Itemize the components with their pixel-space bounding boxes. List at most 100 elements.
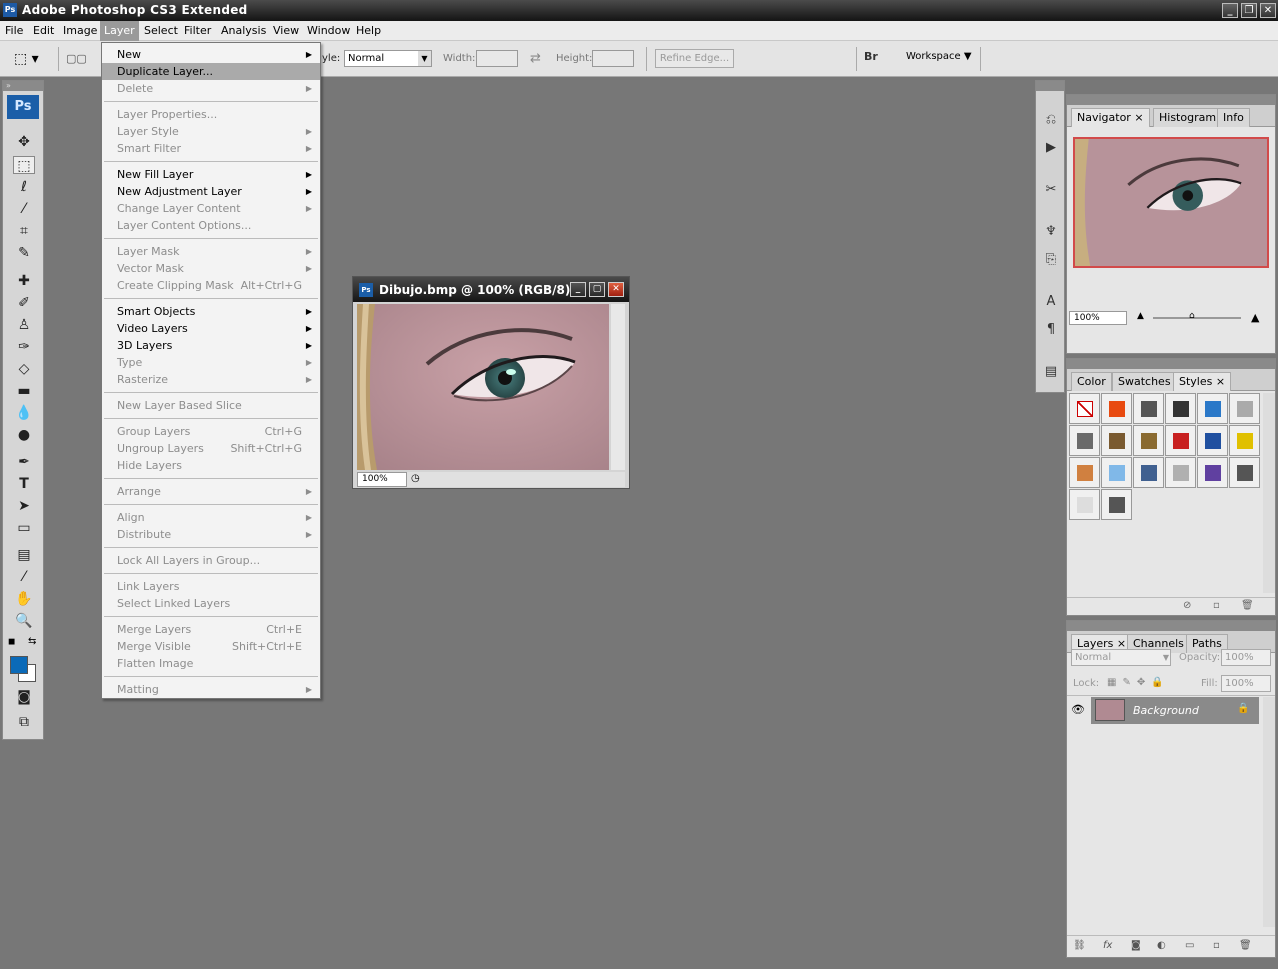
quick-mask-icon[interactable]: ◙	[13, 688, 35, 706]
menu-item-type[interactable]: Type ▶	[102, 354, 320, 371]
style-swatch[interactable]	[1165, 393, 1196, 424]
menu-file[interactable]: File	[5, 24, 23, 37]
style-swatch[interactable]	[1133, 457, 1164, 488]
style-swatch[interactable]	[1197, 457, 1228, 488]
navigator-thumbnail[interactable]	[1073, 137, 1269, 268]
fx-icon[interactable]: fx	[1103, 940, 1112, 951]
layer-comps-icon[interactable]: ▤	[1040, 361, 1062, 383]
blur-tool-icon[interactable]: 💧	[13, 404, 35, 422]
history-brush-tool-icon[interactable]: ✑	[13, 338, 35, 356]
style-swatch[interactable]	[1229, 457, 1260, 488]
zoom-in-icon[interactable]: ▲	[1251, 311, 1259, 324]
dodge-tool-icon[interactable]: ●	[13, 426, 35, 444]
menu-item-change-layer-content[interactable]: Change Layer Content ▶	[102, 200, 320, 217]
workspace-button[interactable]: Workspace ▼	[906, 51, 972, 62]
document-minimize-button[interactable]: _	[570, 282, 586, 297]
gradient-tool-icon[interactable]: ▬	[13, 382, 35, 400]
tab-swatches[interactable]: Swatches	[1112, 372, 1177, 391]
eyedropper-tool-icon[interactable]: ⁄	[13, 568, 35, 586]
menu-item-video-layers[interactable]: Video Layers ▶	[102, 320, 320, 337]
menu-item-ungroup-layers[interactable]: Ungroup Layers Shift+Ctrl+G	[102, 440, 320, 457]
new-layer-icon[interactable]: ▫	[1213, 940, 1220, 951]
menu-edit[interactable]: Edit	[33, 24, 54, 37]
path-selection-tool-icon[interactable]: ➤	[13, 497, 35, 515]
menu-item-merge-layers[interactable]: Merge Layers Ctrl+E	[102, 621, 320, 638]
foreground-color-swatch[interactable]	[10, 656, 28, 674]
menu-view[interactable]: View	[273, 24, 299, 37]
menu-item-align[interactable]: Align ▶	[102, 509, 320, 526]
style-swatch[interactable]	[1101, 393, 1132, 424]
style-swatch[interactable]	[1069, 489, 1100, 520]
document-window[interactable]: Ps Dibujo.bmp @ 100% (RGB/8) _ ▢ ✕ 100% …	[352, 276, 630, 489]
refine-edge-button[interactable]: Refine Edge...	[655, 49, 734, 68]
menu-item-layer-properties[interactable]: Layer Properties...	[102, 106, 320, 123]
document-canvas[interactable]	[357, 304, 609, 470]
document-vertical-scrollbar[interactable]	[611, 304, 625, 470]
layers-scrollbar[interactable]	[1263, 697, 1275, 927]
screen-mode-icon[interactable]: ⧉	[13, 713, 35, 731]
style-swatch[interactable]	[1069, 457, 1100, 488]
style-swatch[interactable]	[1197, 425, 1228, 456]
style-swatch[interactable]	[1069, 393, 1100, 424]
new-style-icon[interactable]: ▫	[1213, 600, 1220, 611]
style-swatch[interactable]	[1197, 393, 1228, 424]
document-title-bar[interactable]: Ps Dibujo.bmp @ 100% (RGB/8) _ ▢ ✕	[353, 277, 629, 302]
style-swatch[interactable]	[1101, 457, 1132, 488]
delete-style-icon[interactable]: 🗑	[1241, 600, 1254, 611]
close-button[interactable]: ✕	[1260, 3, 1276, 18]
menu-layer[interactable]: Layer	[100, 21, 139, 41]
menu-item-new-fill-layer[interactable]: New Fill Layer ▶	[102, 166, 320, 183]
style-swatch[interactable]	[1133, 425, 1164, 456]
menu-item-layer-content-options[interactable]: Layer Content Options...	[102, 217, 320, 234]
restore-button[interactable]: ❐	[1241, 3, 1257, 18]
style-swatch[interactable]	[1069, 425, 1100, 456]
opacity-input[interactable]: 100%	[1221, 649, 1271, 666]
notes-tool-icon[interactable]: ▤	[13, 546, 35, 564]
menu-select[interactable]: Select	[144, 24, 178, 37]
menu-item-lock-all-layers-in-group[interactable]: Lock All Layers in Group...	[102, 552, 320, 569]
paragraph-panel-icon[interactable]: ¶	[1040, 319, 1062, 341]
default-colors-icon[interactable]: ◼	[8, 637, 15, 647]
tab-info[interactable]: Info	[1217, 108, 1250, 127]
rectangle-tool-icon[interactable]: ▭	[13, 519, 35, 537]
menu-item-create-clipping-mask[interactable]: Create Clipping Mask Alt+Ctrl+G	[102, 277, 320, 294]
menu-window[interactable]: Window	[307, 24, 350, 37]
panel-header[interactable]	[1067, 359, 1275, 369]
menu-item-flatten-image[interactable]: Flatten Image	[102, 655, 320, 672]
menu-item-group-layers[interactable]: Group Layers Ctrl+G	[102, 423, 320, 440]
eraser-tool-icon[interactable]: ◇	[13, 360, 35, 378]
bridge-icon[interactable]: Br	[864, 50, 886, 70]
tab-color[interactable]: Color	[1071, 372, 1112, 391]
document-maximize-button[interactable]: ▢	[589, 282, 605, 297]
pen-tool-icon[interactable]: ✒	[13, 453, 35, 471]
menu-item-matting[interactable]: Matting ▶	[102, 681, 320, 698]
menu-item-layer-style[interactable]: Layer Style ▶	[102, 123, 320, 140]
menu-item-smart-filter[interactable]: Smart Filter ▶	[102, 140, 320, 157]
height-input[interactable]	[592, 50, 634, 67]
healing-brush-tool-icon[interactable]: ✚	[13, 272, 35, 290]
menu-item-link-layers[interactable]: Link Layers	[102, 578, 320, 595]
actions-panel-icon[interactable]: ▶	[1040, 137, 1062, 159]
selection-mode-icon[interactable]: ▢▢	[66, 52, 96, 66]
styles-scrollbar[interactable]	[1263, 393, 1275, 593]
tab-navigator[interactable]: Navigator ×	[1071, 108, 1150, 127]
new-group-icon[interactable]: ▭	[1185, 940, 1194, 951]
menu-item-smart-objects[interactable]: Smart Objects ▶	[102, 303, 320, 320]
brush-tool-icon[interactable]: ✐	[13, 294, 35, 312]
panel-header[interactable]	[1067, 95, 1275, 105]
menu-item-arrange[interactable]: Arrange ▶	[102, 483, 320, 500]
tab-styles[interactable]: Styles ×	[1173, 372, 1232, 391]
status-menu-icon[interactable]: ◷	[411, 473, 420, 484]
add-mask-icon[interactable]: ◙	[1131, 940, 1141, 951]
eye-visibility-icon[interactable]: 👁	[1071, 703, 1085, 716]
document-zoom-field[interactable]: 100%	[357, 472, 407, 487]
hand-tool-icon[interactable]: ✋	[13, 590, 35, 608]
character-panel-icon[interactable]: A	[1040, 291, 1062, 313]
blend-mode-select[interactable]: Normal ▼	[1071, 649, 1171, 666]
menu-item-duplicate-layer[interactable]: Duplicate Layer...	[102, 63, 320, 80]
style-swatch[interactable]	[1101, 425, 1132, 456]
clone-stamp-tool-icon[interactable]: ♙	[13, 316, 35, 334]
menu-analysis[interactable]: Analysis	[221, 24, 266, 37]
menu-item-vector-mask[interactable]: Vector Mask ▶	[102, 260, 320, 277]
menu-item-new-layer-based-slice[interactable]: New Layer Based Slice	[102, 397, 320, 414]
